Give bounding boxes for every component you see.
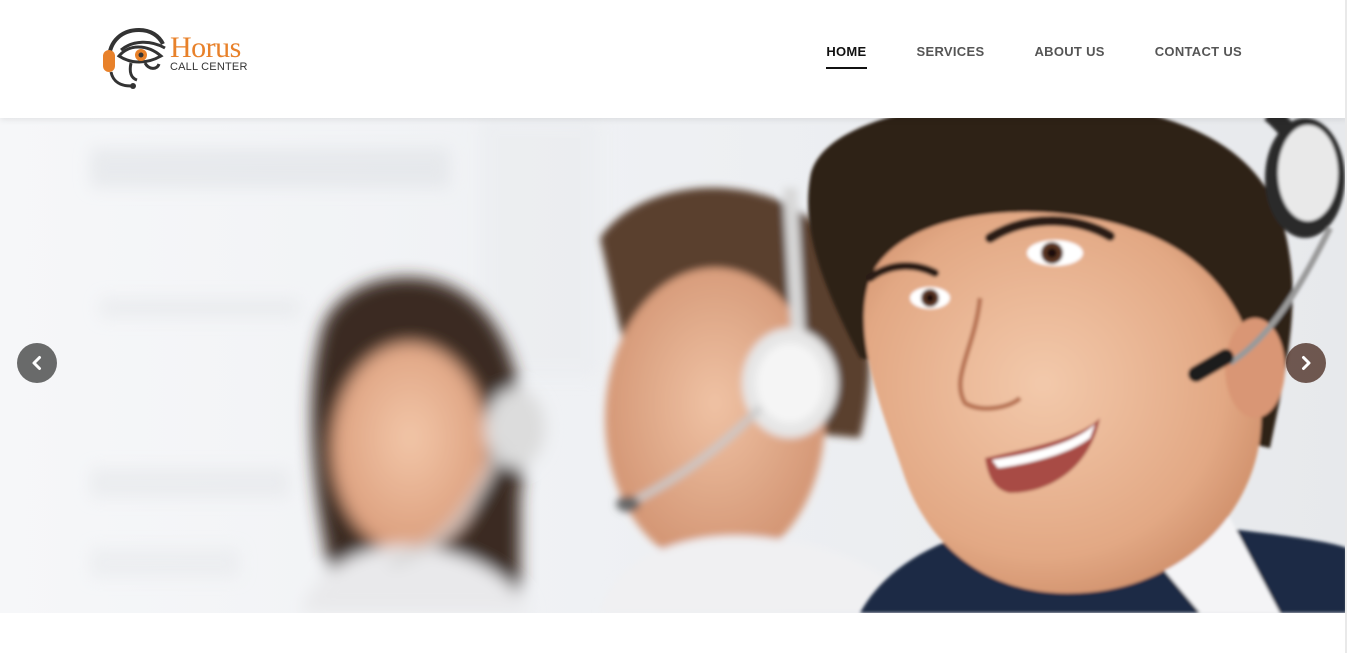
nav-about-us[interactable]: ABOUT US <box>1034 44 1104 69</box>
brand-tagline: CALL CENTER <box>170 61 248 73</box>
chevron-right-icon <box>1302 356 1311 370</box>
nav-home[interactable]: HOME <box>826 44 867 69</box>
main-nav: HOME SERVICES ABOUT US CONTACT US <box>776 44 1242 69</box>
chevron-left-icon <box>32 356 41 370</box>
nav-contact-us[interactable]: CONTACT US <box>1155 44 1242 69</box>
slider-next-button[interactable] <box>1286 343 1326 383</box>
content-area <box>0 613 1347 653</box>
logo[interactable]: Horus CALL CENTER <box>101 26 253 90</box>
hero-slider <box>0 118 1347 613</box>
slider-prev-button[interactable] <box>17 343 57 383</box>
headset-eye-of-horus-icon <box>103 27 166 89</box>
logo-text: Horus CALL CENTER <box>170 31 248 74</box>
nav-services[interactable]: SERVICES <box>917 44 985 69</box>
site-header: Horus CALL CENTER HOME SERVICES ABOUT US… <box>0 0 1347 118</box>
hero-image <box>0 118 1347 613</box>
brand-name: Horus <box>170 31 241 64</box>
